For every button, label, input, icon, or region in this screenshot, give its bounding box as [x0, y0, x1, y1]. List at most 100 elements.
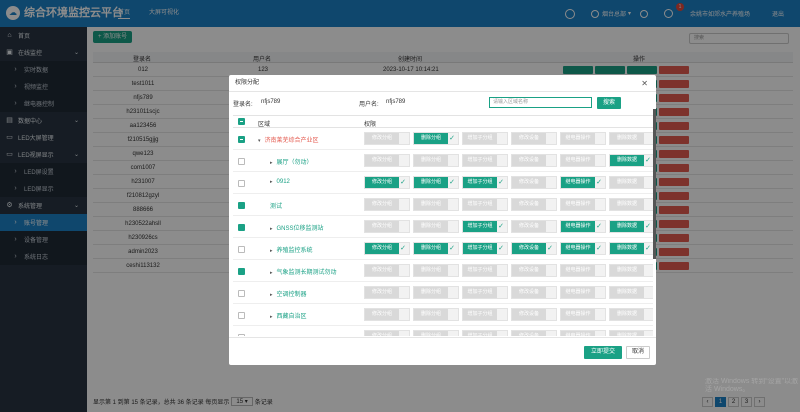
region-name[interactable]: ▸ GNSS位移监测站 — [270, 223, 324, 232]
region-name[interactable]: ▸ 空调控制器 — [270, 289, 307, 298]
select-all-checkbox[interactable] — [238, 118, 245, 125]
region-checkbox[interactable] — [238, 268, 245, 275]
permission-toggle[interactable]: 继电器操作 — [560, 154, 606, 167]
permission-toggle[interactable]: 继电器操作 — [560, 198, 606, 211]
permission-toggle[interactable]: 删除分组 — [413, 330, 459, 336]
region-name[interactable]: ▸ 气象监测长期测试勿动 — [270, 267, 337, 276]
permission-toggle[interactable]: 增加子分组 — [462, 154, 508, 167]
cancel-button[interactable]: 取消 — [626, 346, 650, 359]
region-name[interactable]: ▸ 西藏自治区 — [270, 311, 307, 320]
permission-toggle[interactable]: 修改设备 — [511, 308, 557, 321]
caret-right-icon[interactable]: ▸ — [270, 160, 273, 166]
permission-toggle[interactable]: 删除分组 — [413, 154, 459, 167]
permission-toggle[interactable]: 继电器操作 ✓ — [560, 176, 606, 189]
region-name[interactable]: ▸ 养殖监控系统 — [270, 245, 313, 254]
permission-toggle[interactable]: 修改设备 — [511, 154, 557, 167]
permission-toggle[interactable]: 修改设备 — [511, 330, 557, 336]
check-icon: ✓ — [645, 245, 651, 252]
permission-toggle[interactable]: 删除分组 — [413, 264, 459, 277]
region-checkbox[interactable] — [238, 312, 245, 319]
region-checkbox[interactable] — [238, 290, 245, 297]
permission-toggle[interactable]: 继电器操作 ✓ — [560, 220, 606, 233]
permission-toggle[interactable]: 删除数据 — [609, 308, 653, 321]
permission-toggle[interactable]: 修改分组 ✓ — [364, 176, 410, 189]
permission-toggle[interactable]: 增加子分组 — [462, 198, 508, 211]
permission-toggle[interactable]: 增加子分组 — [462, 264, 508, 277]
region-checkbox[interactable] — [238, 136, 245, 143]
permission-toggle[interactable]: 修改设备 ✓ — [511, 242, 557, 255]
caret-right-icon[interactable]: ▸ — [270, 248, 273, 254]
permission-toggle[interactable]: 修改设备 — [511, 220, 557, 233]
permission-toggle[interactable]: 增加子分组 — [462, 286, 508, 299]
caret-right-icon[interactable]: ▸ — [270, 226, 273, 232]
permission-toggle[interactable]: 删除数据 ✓ — [609, 242, 653, 255]
region-checkbox[interactable] — [238, 334, 245, 336]
permission-toggle[interactable]: 修改分组 — [364, 132, 410, 145]
permission-toggle[interactable]: 继电器操作 — [560, 132, 606, 145]
region-checkbox[interactable] — [238, 180, 245, 187]
permission-toggle[interactable]: 删除数据 ✓ — [609, 220, 653, 233]
permission-toggle[interactable]: 继电器操作 — [560, 286, 606, 299]
permission-toggle[interactable]: 删除分组 — [413, 308, 459, 321]
permission-toggle[interactable]: 修改分组 — [364, 286, 410, 299]
permission-toggle[interactable]: 删除分组 ✓ — [413, 176, 459, 189]
region-checkbox[interactable] — [238, 158, 245, 165]
permission-toggle[interactable]: 修改设备 — [511, 286, 557, 299]
permission-toggle[interactable]: 删除数据 — [609, 198, 653, 211]
permission-toggle[interactable]: 删除分组 ✓ — [413, 132, 459, 145]
permission-toggle[interactable]: 修改分组 ✓ — [364, 242, 410, 255]
permission-toggle[interactable]: 修改分组 — [364, 198, 410, 211]
permission-toggle[interactable]: 删除分组 ✓ — [413, 242, 459, 255]
permission-label: 增加子分组 — [463, 243, 497, 254]
close-icon[interactable]: ✕ — [641, 75, 648, 92]
permission-toggle[interactable]: 增加子分组 ✓ — [462, 242, 508, 255]
caret-right-icon[interactable]: ▸ — [270, 314, 273, 320]
region-name[interactable]: 测试 — [270, 201, 282, 210]
caret-right-icon[interactable]: ▸ — [270, 179, 273, 185]
permission-toggle[interactable]: 增加子分组 — [462, 132, 508, 145]
permission-toggle[interactable]: 删除数据 ✓ — [609, 154, 653, 167]
permission-toggles: 修改分组 删除分组 增加子分组 修改设备 继电器操作 删除数据 — [364, 330, 653, 336]
permission-toggle[interactable]: 增加子分组 ✓ — [462, 220, 508, 233]
permission-toggle[interactable]: 继电器操作 — [560, 264, 606, 277]
region-checkbox[interactable] — [238, 246, 245, 253]
permission-toggle[interactable]: 增加子分组 ✓ — [462, 176, 508, 189]
caret-right-icon[interactable]: ▸ — [270, 292, 273, 298]
permission-toggle[interactable]: 修改分组 — [364, 220, 410, 233]
region-name[interactable]: ▸ 0912 — [270, 179, 290, 185]
permission-toggle[interactable]: 删除分组 — [413, 220, 459, 233]
permission-toggle[interactable]: 修改分组 — [364, 308, 410, 321]
region-label: 西藏自治区 — [276, 314, 307, 320]
permission-toggle[interactable]: 修改分组 — [364, 330, 410, 336]
permission-toggle[interactable]: 删除数据 — [609, 176, 653, 189]
permission-toggle[interactable]: 增加子分组 — [462, 330, 508, 336]
caret-right-icon[interactable]: ▸ — [270, 270, 273, 276]
region-name[interactable]: ▾ 济南莱芜综合产业区 — [258, 135, 319, 144]
permission-toggle[interactable]: 继电器操作 — [560, 308, 606, 321]
permission-toggle[interactable]: 修改设备 — [511, 198, 557, 211]
caret-down-icon[interactable]: ▾ — [258, 138, 261, 144]
permission-toggle[interactable]: 修改设备 — [511, 176, 557, 189]
permission-toggle[interactable]: 修改分组 — [364, 264, 410, 277]
region-checkbox[interactable] — [238, 224, 245, 231]
region-checkbox[interactable] — [238, 202, 245, 209]
permission-label: 删除数据 — [610, 177, 644, 188]
permission-toggle[interactable]: 修改设备 — [511, 132, 557, 145]
permission-toggle[interactable]: 删除数据 — [609, 132, 653, 145]
permission-toggle[interactable]: 增加子分组 — [462, 308, 508, 321]
modal-scrollbar[interactable] — [653, 109, 656, 259]
region-search-input[interactable]: 请输入区域名称 — [489, 97, 592, 108]
region-search-button[interactable]: 搜索 — [597, 97, 621, 109]
permission-toggle[interactable]: 删除分组 — [413, 198, 459, 211]
permission-toggle[interactable]: 继电器操作 — [560, 330, 606, 336]
permission-toggle[interactable]: 修改设备 — [511, 264, 557, 277]
permission-toggle[interactable]: 删除数据 — [609, 286, 653, 299]
permission-toggle[interactable]: 删除分组 — [413, 286, 459, 299]
permission-toggle[interactable]: 删除数据 — [609, 264, 653, 277]
submit-button[interactable]: 立即提交 — [584, 346, 622, 359]
permission-toggle[interactable]: 删除数据 — [609, 330, 653, 336]
permission-toggle[interactable]: 修改分组 — [364, 154, 410, 167]
region-name[interactable]: ▸ 展厅（勿动） — [270, 157, 313, 166]
permission-toggle[interactable]: 继电器操作 ✓ — [560, 242, 606, 255]
modal-info: 登录名: nfjs789 用户名: nfjs789 请输入区域名称 搜索 — [233, 97, 653, 111]
